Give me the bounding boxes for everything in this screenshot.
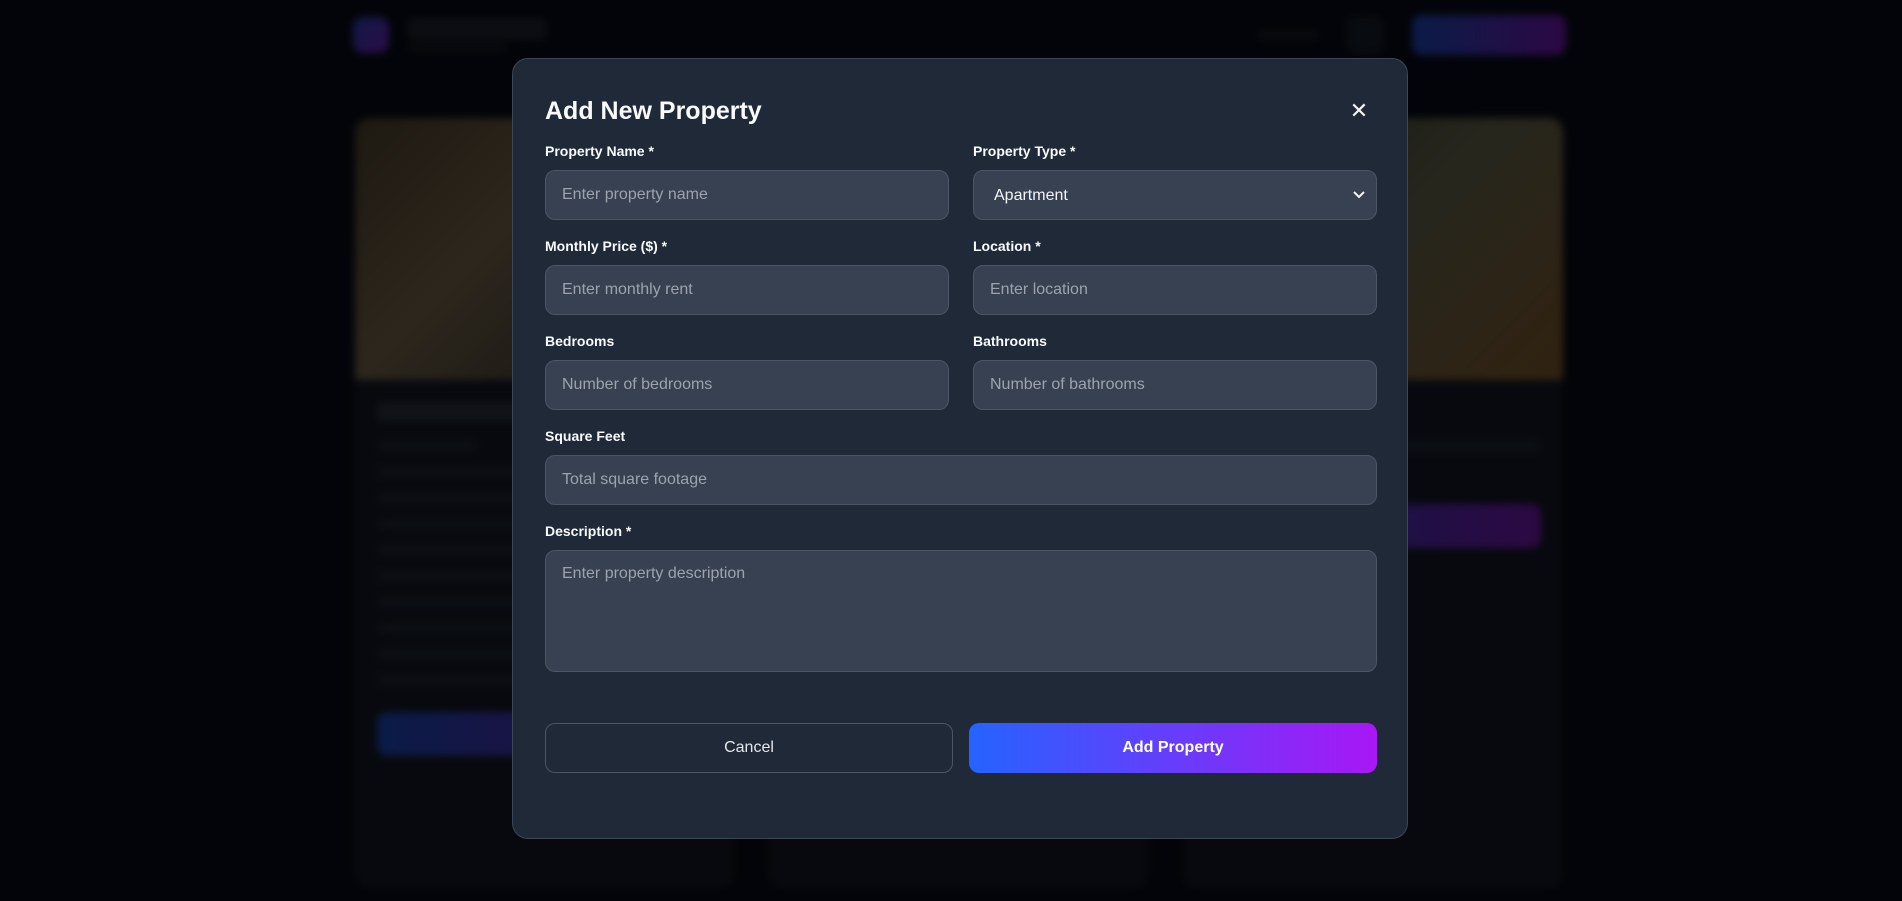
property-type-field: Property Type * Apartment (973, 143, 1377, 220)
bathrooms-label: Bathrooms (973, 333, 1047, 349)
location-field: Location * (973, 238, 1377, 315)
modal-title: Add New Property (545, 96, 762, 125)
monthly-price-field: Monthly Price ($) * (545, 238, 949, 315)
modal-actions: Cancel Add Property (545, 723, 1377, 773)
square-feet-input[interactable] (545, 455, 1377, 505)
property-name-field: Property Name * (545, 143, 949, 220)
description-field: Description * (545, 523, 1377, 677)
property-form: Property Name * Property Type * Apartmen… (545, 143, 1377, 695)
bedrooms-label: Bedrooms (545, 333, 615, 349)
add-property-modal: Add New Property ✕ Property Name * Prope… (512, 58, 1408, 839)
property-name-input[interactable] (545, 170, 949, 220)
bathrooms-input[interactable] (973, 360, 1377, 410)
bathrooms-field: Bathrooms (973, 333, 1377, 410)
location-input[interactable] (973, 265, 1377, 315)
close-icon[interactable]: ✕ (1343, 95, 1375, 127)
cancel-button[interactable]: Cancel (545, 723, 953, 773)
bedrooms-field: Bedrooms (545, 333, 949, 410)
square-feet-field: Square Feet (545, 428, 1377, 505)
monthly-price-label: Monthly Price ($) * (545, 238, 668, 254)
add-property-button[interactable]: Add Property (969, 723, 1377, 773)
property-type-label: Property Type * (973, 143, 1076, 159)
location-label: Location * (973, 238, 1041, 254)
bedrooms-input[interactable] (545, 360, 949, 410)
square-feet-label: Square Feet (545, 428, 626, 444)
property-name-label: Property Name * (545, 143, 654, 159)
monthly-price-input[interactable] (545, 265, 949, 315)
modal-header: Add New Property ✕ (545, 91, 1375, 131)
description-textarea[interactable] (545, 550, 1377, 672)
description-label: Description * (545, 523, 632, 539)
property-type-select[interactable]: Apartment (973, 170, 1377, 220)
